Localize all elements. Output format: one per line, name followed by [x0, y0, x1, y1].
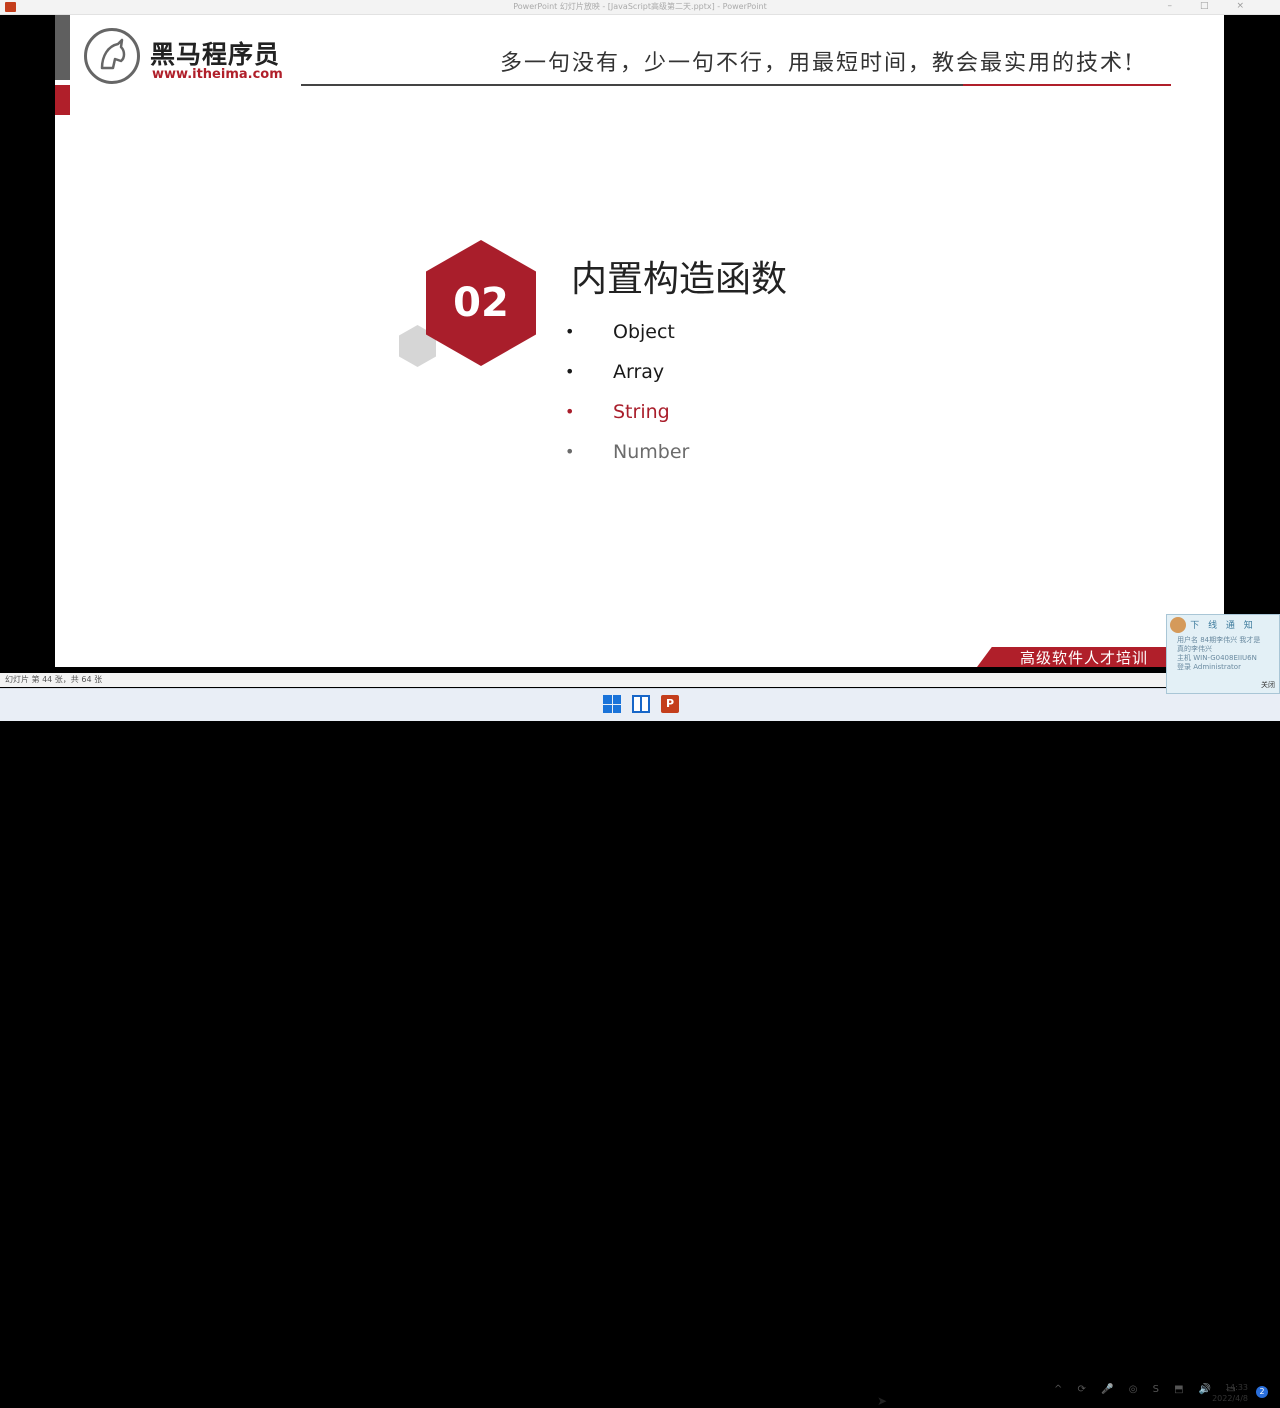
window-titlebar: PowerPoint 幻灯片放映 - [JavaScript高级第二天.pptx…: [0, 0, 1280, 15]
bullet-text: Number: [613, 441, 690, 463]
status-bar: 幻灯片 第 44 张，共 64 张: [0, 673, 1280, 687]
bullet-dot: •: [565, 362, 575, 381]
logout-notification-popup[interactable]: 下 线 通 知 用户名 84期李伟兴 我才是 真的李伟兴 主机 WIN-G040…: [1166, 614, 1280, 694]
taskbar-clock[interactable]: 14:33 2022/4/8: [1208, 1382, 1248, 1404]
section-title: 内置构造函数: [571, 259, 788, 300]
popup-close-button[interactable]: 关闭: [1261, 680, 1275, 690]
powerpoint-taskbar-icon[interactable]: P: [661, 695, 679, 713]
decor-grey-strip: [55, 15, 70, 80]
slogan: 多一句没有，少一句不行，用最短时间，教会最实用的技术!: [500, 51, 1135, 76]
minimize-button[interactable]: –: [1167, 1, 1200, 11]
horse-head-icon: [100, 38, 126, 70]
footer-slogan: 高级软件人才培训: [1020, 649, 1149, 667]
notification-badge[interactable]: 2: [1256, 1386, 1268, 1398]
header-divider-accent: [963, 84, 1171, 86]
window-controls[interactable]: –□×: [1167, 1, 1272, 11]
windows-start-icon[interactable]: [603, 695, 621, 713]
maximize-button[interactable]: □: [1200, 1, 1237, 11]
brand-name: 黑马程序员: [150, 40, 281, 69]
window-title: PowerPoint 幻灯片放映 - [JavaScript高级第二天.pptx…: [513, 2, 767, 11]
horse-logo-icon: [84, 28, 140, 84]
taskbar: P ➤ ^ ⟳ 🎤 ◎ S ⬒ 🔊 ▭ 14:33 2022/4/8 2: [0, 688, 1280, 1408]
bullet-text: Object: [613, 321, 675, 343]
section-number: 02: [453, 280, 509, 326]
brand-url: www.itheima.com: [152, 67, 283, 82]
clock-date: 2022/4/8: [1212, 1394, 1248, 1403]
close-button[interactable]: ×: [1236, 1, 1272, 11]
clock-time: 14:33: [1224, 1383, 1248, 1392]
decor-red-strip: [55, 85, 70, 115]
bullet-text: String: [613, 401, 670, 423]
file-explorer-icon[interactable]: [632, 695, 650, 713]
slide[interactable]: 黑马程序员 www.itheima.com 多一句没有，少一句不行，用最短时间，…: [55, 15, 1224, 667]
bullet-dot: •: [565, 442, 575, 461]
slide-counter: 幻灯片 第 44 张，共 64 张: [5, 675, 103, 684]
bullet-dot: •: [565, 402, 575, 421]
bullet-dot: •: [565, 322, 575, 341]
popup-line: 登录 Administrator: [1177, 663, 1241, 671]
popup-heading: 下 线 通 知: [1190, 621, 1256, 631]
bullet-text: Array: [613, 361, 665, 383]
mouse-cursor-icon: ➤: [877, 1394, 888, 1408]
